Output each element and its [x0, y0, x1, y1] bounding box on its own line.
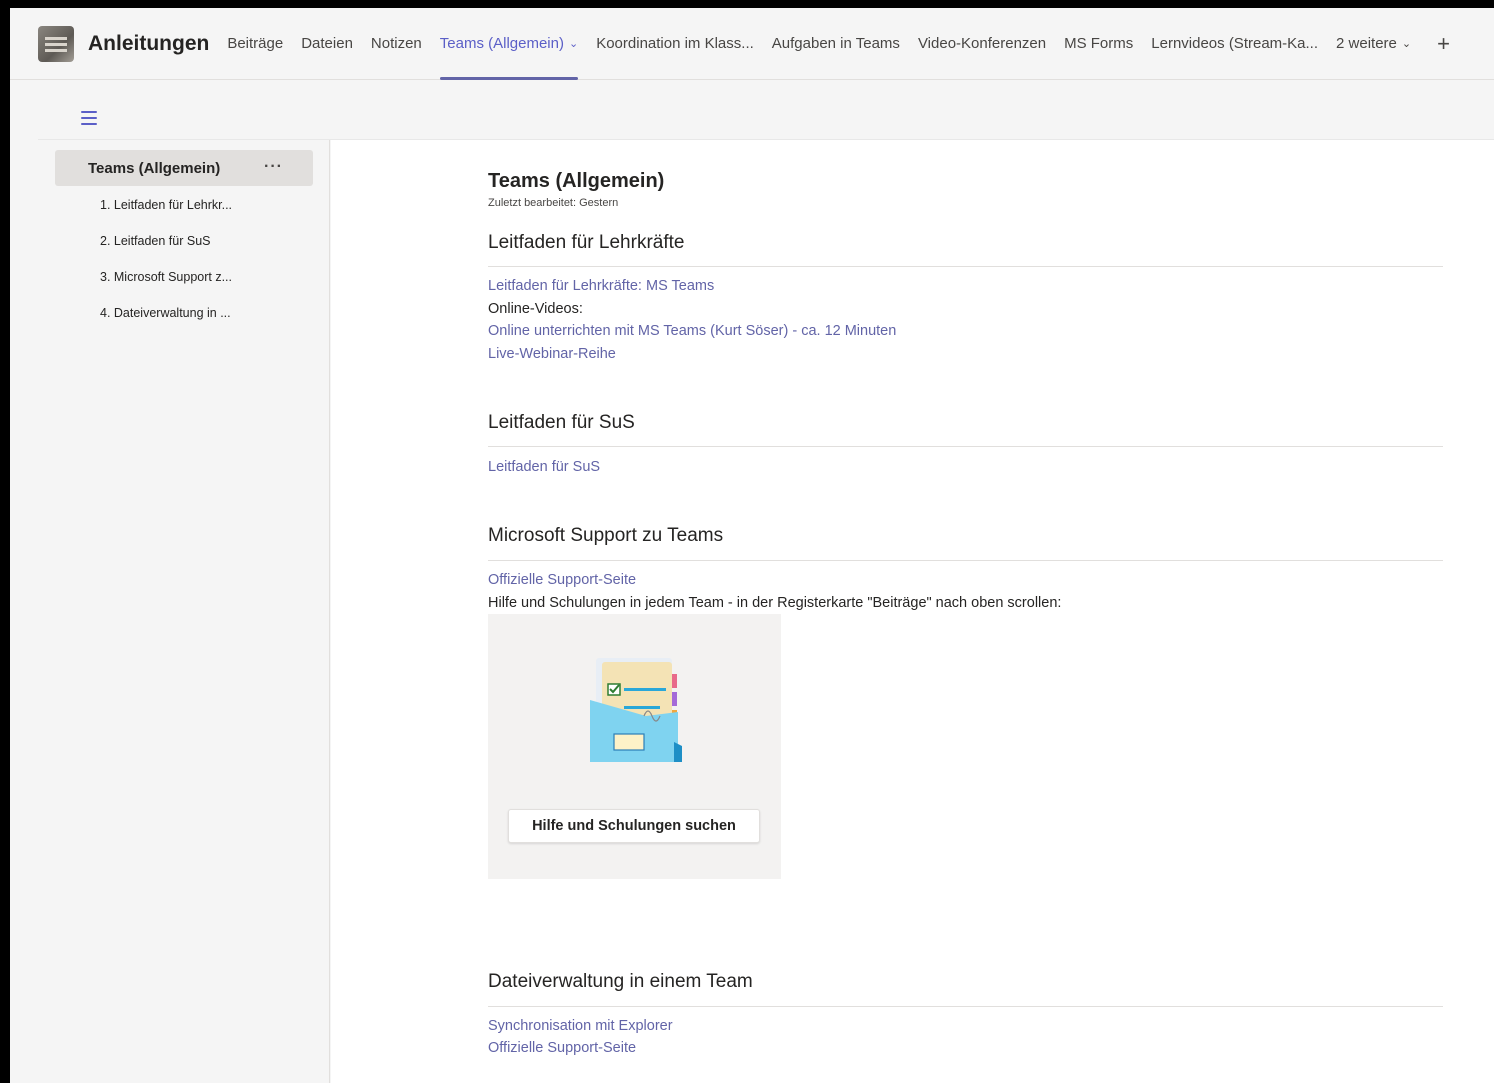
link-leitfaden-sus[interactable]: Leitfaden für SuS: [488, 459, 600, 475]
tab-beitraege[interactable]: Beiträge: [227, 8, 283, 80]
link-leitfaden-lehrkraefte[interactable]: Leitfaden für Lehrkräfte: MS Teams: [488, 278, 714, 294]
link-support-seite-dateien[interactable]: Offizielle Support-Seite: [488, 1040, 636, 1056]
section-heading: Microsoft Support zu Teams: [488, 525, 724, 546]
folder-documents-icon: [590, 658, 682, 762]
tab-notizen[interactable]: Notizen: [371, 8, 422, 80]
link-live-webinar[interactable]: Live-Webinar-Reihe: [488, 346, 616, 362]
link-synchronisation-explorer[interactable]: Synchronisation mit Explorer: [488, 1018, 673, 1034]
link-online-unterrichten[interactable]: Online unterrichten mit MS Teams (Kurt S…: [488, 323, 896, 339]
section-item-label: Teams (Allgemein): [88, 159, 221, 177]
tab-video-konferenzen[interactable]: Video-Konferenzen: [918, 8, 1046, 80]
team-avatar[interactable]: [38, 25, 74, 62]
divider: [488, 446, 1443, 447]
text-online-videos: Online-Videos:: [488, 301, 583, 317]
tab-teams-allgemein[interactable]: Teams (Allgemein) ⌄: [439, 8, 579, 80]
team-name[interactable]: Anleitungen: [88, 32, 209, 56]
more-options-icon[interactable]: ···: [264, 158, 283, 176]
tab-dateien[interactable]: Dateien: [301, 8, 353, 80]
section-heading: Dateiverwaltung in einem Team: [488, 971, 753, 992]
text-hilfe-hinweis: Hilfe und Schulungen in jedem Team - in …: [488, 595, 1062, 611]
tab-koordination[interactable]: Koordination im Klass...: [596, 8, 754, 80]
divider: [488, 266, 1443, 267]
tab-more[interactable]: 2 weitere ⌄: [1336, 8, 1411, 80]
page-item-3[interactable]: 3. Microsoft Support z...: [100, 266, 232, 302]
page-content: Teams (Allgemein) Zuletzt bearbeitet: Ge…: [331, 140, 1494, 1083]
notebook-toolbar: [38, 98, 1494, 140]
tab-aufgaben[interactable]: Aufgaben in Teams: [772, 8, 900, 80]
teams-window: Anleitungen Beiträge Dateien Notizen Tea…: [10, 8, 1494, 1083]
help-search-button[interactable]: Hilfe und Schulungen suchen: [508, 809, 760, 843]
section-heading: Leitfaden für Lehrkräfte: [488, 232, 685, 253]
page-item-1[interactable]: 1. Leitfaden für Lehrkr...: [100, 194, 232, 230]
page-item-2[interactable]: 2. Leitfaden für SuS: [100, 230, 232, 266]
page-item-4[interactable]: 4. Dateiverwaltung in ...: [100, 302, 232, 338]
section-heading: Leitfaden für SuS: [488, 412, 635, 433]
chevron-down-icon: ⌄: [568, 38, 579, 50]
last-edited-label: Zuletzt bearbeitet: Gestern: [488, 197, 619, 209]
help-card: Hilfe und Schulungen suchen: [488, 614, 781, 879]
add-tab-button[interactable]: +: [1437, 31, 1450, 57]
tab-ms-forms[interactable]: MS Forms: [1064, 8, 1133, 80]
channel-tab-bar: Anleitungen Beiträge Dateien Notizen Tea…: [10, 8, 1494, 80]
page-title: Teams (Allgemein): [488, 170, 665, 192]
chevron-down-icon: ⌄: [1401, 38, 1412, 50]
section-item-teams-allgemein[interactable]: Teams (Allgemein) ···: [55, 150, 313, 186]
tab-lernvideos[interactable]: Lernvideos (Stream-Ka...: [1151, 8, 1318, 80]
notebook-sidebar: Teams (Allgemein) ··· 1. Leitfaden für L…: [38, 140, 330, 1083]
divider: [488, 560, 1443, 561]
page-list: 1. Leitfaden für Lehrkr... 2. Leitfaden …: [100, 194, 232, 338]
hamburger-menu-icon[interactable]: [81, 111, 97, 125]
divider: [488, 1006, 1443, 1007]
link-support-seite[interactable]: Offizielle Support-Seite: [488, 572, 636, 588]
